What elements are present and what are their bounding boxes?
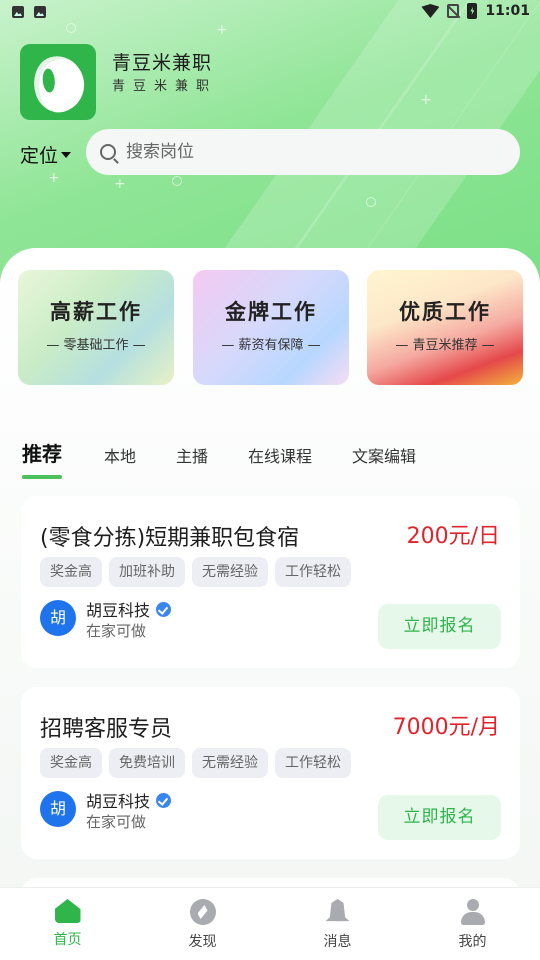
job-tag: 加班补助 [109, 557, 185, 587]
feature-title: 优质工作 [399, 300, 491, 324]
battery-charging-icon [467, 3, 478, 19]
feature-subtitle: — 零基础工作 — [46, 338, 146, 353]
job-location: 在家可做 [86, 622, 147, 640]
job-title: 招聘客服专员 [40, 717, 173, 742]
nav-discover[interactable]: 发现 [135, 888, 270, 960]
home-icon [54, 899, 81, 923]
no-sim-icon [447, 4, 460, 18]
job-tag: 奖金高 [40, 557, 102, 587]
apply-button[interactable]: 立即报名 [378, 795, 501, 840]
location-label: 定位 [20, 145, 59, 167]
brand-subtitle: 青豆米兼职 [112, 79, 218, 94]
feature-title: 高薪工作 [50, 300, 142, 324]
company-name-row: 胡豆科技 [86, 597, 172, 621]
job-pay: 200元/日 [406, 524, 500, 549]
company-name: 胡豆科技 [86, 792, 151, 811]
job-tag: 免费培训 [109, 748, 185, 778]
tab-local[interactable]: 本地 [104, 443, 136, 467]
apply-button[interactable]: 立即报名 [378, 604, 501, 649]
nav-messages[interactable]: 消息 [270, 888, 405, 960]
job-tag: 无需经验 [192, 748, 268, 778]
job-tag: 无需经验 [192, 557, 268, 587]
feature-card-gold[interactable]: 金牌工作 — 薪资有保障 — [193, 270, 349, 385]
tab-recommend[interactable]: 推荐 [22, 438, 62, 479]
feature-title: 金牌工作 [225, 300, 317, 324]
job-card[interactable]: 招聘客服专员 7000元/月 奖金高 免费培训 无需经验 工作轻松 胡 胡豆科技… [21, 687, 520, 859]
job-tag: 工作轻松 [275, 748, 351, 778]
job-tag: 奖金高 [40, 748, 102, 778]
app-logo [20, 44, 96, 120]
tab-label: 推荐 [22, 442, 62, 466]
nav-profile[interactable]: 我的 [405, 888, 540, 960]
user-icon [460, 899, 486, 925]
search-input[interactable] [126, 142, 486, 162]
app-notification-icon [34, 6, 46, 18]
job-tags: 奖金高 免费培训 无需经验 工作轻松 [40, 748, 351, 778]
job-tag: 工作轻松 [275, 557, 351, 587]
company-avatar: 胡 [40, 600, 76, 636]
nav-label: 消息 [323, 934, 352, 950]
brand-title: 青豆米兼职 [112, 52, 213, 74]
nav-label: 首页 [53, 932, 82, 948]
wifi-icon [421, 4, 440, 18]
feature-subtitle: — 青豆米推荐 — [395, 338, 495, 353]
verified-icon [156, 792, 172, 808]
job-title: (零食分拣)短期兼职包食宿 [40, 526, 300, 551]
tab-copywriting[interactable]: 文案编辑 [352, 443, 416, 467]
tab-streamer[interactable]: 主播 [176, 443, 208, 467]
verified-icon [156, 601, 172, 617]
job-location: 在家可做 [86, 813, 147, 831]
dropdown-caret-icon [61, 151, 72, 158]
job-card[interactable]: (零食分拣)短期兼职包食宿 200元/日 奖金高 加班补助 无需经验 工作轻松 … [21, 496, 520, 668]
bottom-navigation: 首页 发现 消息 我的 [0, 887, 540, 960]
feature-subtitle: — 薪资有保障 — [221, 338, 321, 353]
nav-label: 我的 [458, 934, 487, 950]
company-name: 胡豆科技 [86, 601, 151, 620]
location-selector[interactable]: 定位 [20, 141, 72, 168]
nav-home[interactable]: 首页 [0, 888, 135, 960]
company-name-row: 胡豆科技 [86, 788, 172, 812]
gallery-notification-icon [12, 6, 24, 18]
discover-icon [189, 899, 216, 925]
nav-label: 发现 [188, 934, 217, 950]
feature-card-high-pay[interactable]: 高薪工作 — 零基础工作 — [18, 270, 174, 385]
job-pay: 7000元/月 [392, 715, 500, 740]
status-bar: 11:01 [0, 0, 540, 26]
tab-online-course[interactable]: 在线课程 [248, 443, 312, 467]
active-tab-indicator [22, 475, 62, 479]
search-bar[interactable] [86, 129, 520, 175]
category-tabs: 推荐 本地 主播 在线课程 文案编辑 [22, 438, 456, 479]
feature-card-quality[interactable]: 优质工作 — 青豆米推荐 — [367, 270, 523, 385]
search-icon [100, 144, 116, 160]
status-time: 11:01 [485, 3, 530, 19]
company-avatar: 胡 [40, 791, 76, 827]
bell-icon [325, 899, 350, 922]
job-tags: 奖金高 加班补助 无需经验 工作轻松 [40, 557, 351, 587]
